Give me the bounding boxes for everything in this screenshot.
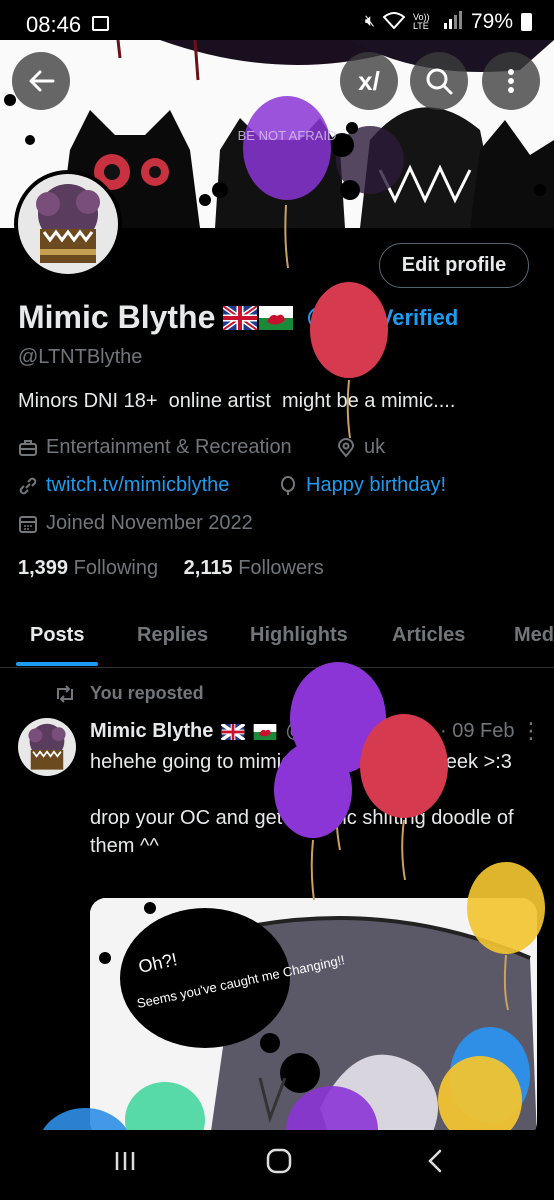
wales-flag-icon — [259, 305, 294, 330]
post-image[interactable]: Oh?! Seems you've caught me Changing!! — [90, 898, 537, 1138]
edit-profile-button[interactable]: Edit profile — [379, 243, 529, 288]
back-nav-button[interactable] — [426, 1148, 444, 1181]
gallery-icon — [92, 16, 109, 31]
system-nav-bar — [0, 1130, 554, 1200]
volte-icon: Vo)) LTE — [412, 12, 430, 31]
followers-label: Followers — [238, 557, 324, 579]
calendar-icon — [19, 515, 37, 533]
recent-apps-button[interactable] — [113, 1148, 137, 1180]
post-author-avatar[interactable] — [18, 718, 76, 776]
recent-apps-icon — [115, 1152, 135, 1170]
post-more-icon[interactable]: ⋮ — [520, 718, 542, 744]
uk-flag-icon — [223, 305, 258, 330]
repost-icon — [57, 684, 73, 703]
joined-text: Joined November 2022 — [46, 512, 253, 534]
post-image-artwork: Oh?! Seems you've caught me Changing!! — [90, 898, 537, 1138]
search-button[interactable] — [410, 52, 468, 110]
grok-button[interactable]: x/ — [340, 52, 398, 110]
briefcase-icon — [19, 439, 37, 456]
display-name: Mimic Blythe — [18, 299, 294, 336]
balloon-icon — [281, 475, 295, 495]
arrow-left-icon — [29, 70, 55, 92]
more-button[interactable] — [482, 52, 540, 110]
profile-tabs: Posts Replies Highlights Articles Med — [0, 600, 554, 668]
active-tab-indicator — [16, 662, 98, 666]
battery-percent: 79% — [470, 10, 513, 33]
wales-flag-icon — [254, 723, 277, 740]
website-link[interactable]: twitch.tv/mimicblythe — [46, 474, 229, 497]
signal-icon — [443, 10, 463, 34]
following-count: 1,399 — [18, 557, 69, 579]
profile-birthday[interactable]: Happy birthday! — [278, 474, 446, 497]
post-header: Mimic Blythe @LTNTBl... · 09 Feb — [90, 720, 514, 743]
verified-badge-icon — [308, 307, 330, 329]
tab-posts[interactable]: Posts — [30, 624, 84, 647]
category-text: Entertainment & Recreation — [46, 436, 292, 458]
post-text: hehehe going to mimic my people this wee… — [90, 751, 514, 857]
battery-icon — [521, 13, 532, 31]
repost-indicator: You reposted — [54, 683, 204, 704]
grok-icon: x/ — [358, 65, 380, 96]
mute-icon: 🔇︎ — [364, 13, 375, 30]
follow-counts: 1,399 Following 2,115 Followers — [18, 557, 324, 580]
profile-avatar[interactable] — [14, 170, 122, 278]
back-button[interactable] — [12, 52, 70, 110]
profile-location: uk — [336, 436, 385, 459]
wifi-icon — [382, 11, 406, 34]
post-author-name[interactable]: Mimic Blythe — [90, 720, 213, 743]
followers-count: 2,115 — [183, 557, 233, 579]
chevron-left-icon — [428, 1149, 442, 1173]
following-link[interactable]: 1,399 Following — [18, 557, 158, 579]
tab-highlights[interactable]: Highlights — [250, 624, 348, 647]
uk-flag-icon — [221, 723, 246, 740]
post-author-handle[interactable]: @LTNTBl... — [285, 720, 388, 743]
home-icon — [266, 1148, 292, 1174]
link-icon — [19, 477, 37, 494]
following-label: Following — [73, 557, 159, 579]
tab-media[interactable]: Med — [514, 624, 554, 647]
get-verified-link[interactable]: Get Verified — [308, 305, 458, 331]
tab-replies[interactable]: Replies — [137, 624, 208, 647]
followers-link[interactable]: 2,115 Followers — [184, 557, 324, 579]
repost-label: You reposted — [90, 683, 204, 703]
profile-category: Entertainment & Recreation — [18, 436, 292, 459]
location-text: uk — [364, 436, 386, 458]
profile-handle: @LTNTBlythe — [18, 346, 143, 368]
get-verified-text: Get Verified — [336, 305, 459, 330]
profile-website[interactable]: twitch.tv/mimicblythe — [18, 474, 229, 497]
home-button[interactable] — [266, 1148, 292, 1181]
search-icon — [426, 68, 453, 95]
avatar-image — [18, 718, 76, 776]
profile-bio: Minors DNI 18+ online artist might be a … — [18, 390, 456, 412]
profile-joined: Joined November 2022 — [18, 512, 253, 535]
status-time: 08:46 — [26, 12, 82, 37]
birthday-text[interactable]: Happy birthday! — [306, 474, 446, 497]
avatar-image — [18, 174, 118, 274]
tab-articles[interactable]: Articles — [392, 624, 465, 647]
status-icons: 🔇︎ Vo)) LTE 79% — [365, 10, 532, 34]
more-vertical-icon — [508, 69, 514, 93]
display-name-text: Mimic Blythe — [18, 299, 216, 335]
location-pin-icon — [337, 437, 355, 458]
post-date[interactable]: · 09 Feb — [440, 720, 514, 743]
